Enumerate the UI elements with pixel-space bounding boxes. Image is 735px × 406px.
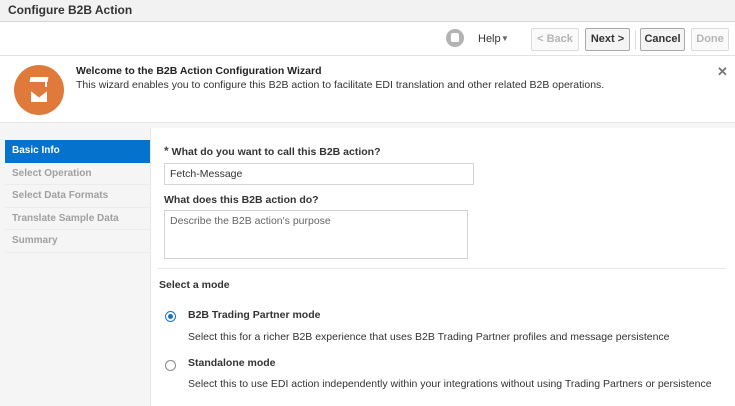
help-menu-label[interactable]: Help [478,33,501,45]
radio-trading-partner-mode[interactable] [165,311,176,322]
nav-step-summary[interactable]: Summary [5,230,150,253]
cancel-button[interactable]: Cancel [640,28,685,51]
name-label-text: What do you want to call this B2B action… [171,146,381,158]
done-button[interactable]: Done [691,28,729,51]
section-divider [158,268,726,269]
banner-description: This wizard enables you to configure thi… [76,79,605,91]
nav-step-select-operation[interactable]: Select Operation [5,162,150,185]
window-titlebar: Configure B2B Action [0,0,735,22]
user-status-icon[interactable] [446,29,464,47]
mode-section-label: Select a mode [159,279,230,291]
trading-partner-mode-title: B2B Trading Partner mode [188,309,321,321]
wizard-toolbar: Help ▼ < Back Next > Cancel Done [0,22,735,56]
trading-partner-mode-description: Select this for a richer B2B experience … [188,331,670,343]
action-name-input[interactable]: Fetch-Message [164,163,474,185]
next-button[interactable]: Next > [585,28,630,51]
toolbar-divider [635,30,636,50]
window-title: Configure B2B Action [8,3,133,17]
graduation-icon [14,65,64,115]
close-icon[interactable]: ✕ [717,64,728,80]
nav-step-translate-sample-data[interactable]: Translate Sample Data [5,207,150,230]
description-field-label: What does this B2B action do? [164,194,319,206]
banner-title: Welcome to the B2B Action Configuration … [76,65,322,77]
chevron-down-icon[interactable]: ▼ [501,34,509,43]
back-button[interactable]: < Back [531,28,579,51]
action-description-textarea[interactable]: Describe the B2B action's purpose [164,210,468,259]
standalone-mode-description: Select this to use EDI action independen… [188,378,712,390]
name-field-label: * What do you want to call this B2B actio… [164,144,381,158]
wizard-steps-nav: Basic Info Select Operation Select Data … [5,140,150,253]
nav-step-select-data-formats[interactable]: Select Data Formats [5,185,150,208]
nav-step-basic-info[interactable]: Basic Info [5,140,150,163]
radio-standalone-mode[interactable] [165,360,176,371]
required-mark: * [164,144,169,158]
standalone-mode-title: Standalone mode [188,357,276,369]
